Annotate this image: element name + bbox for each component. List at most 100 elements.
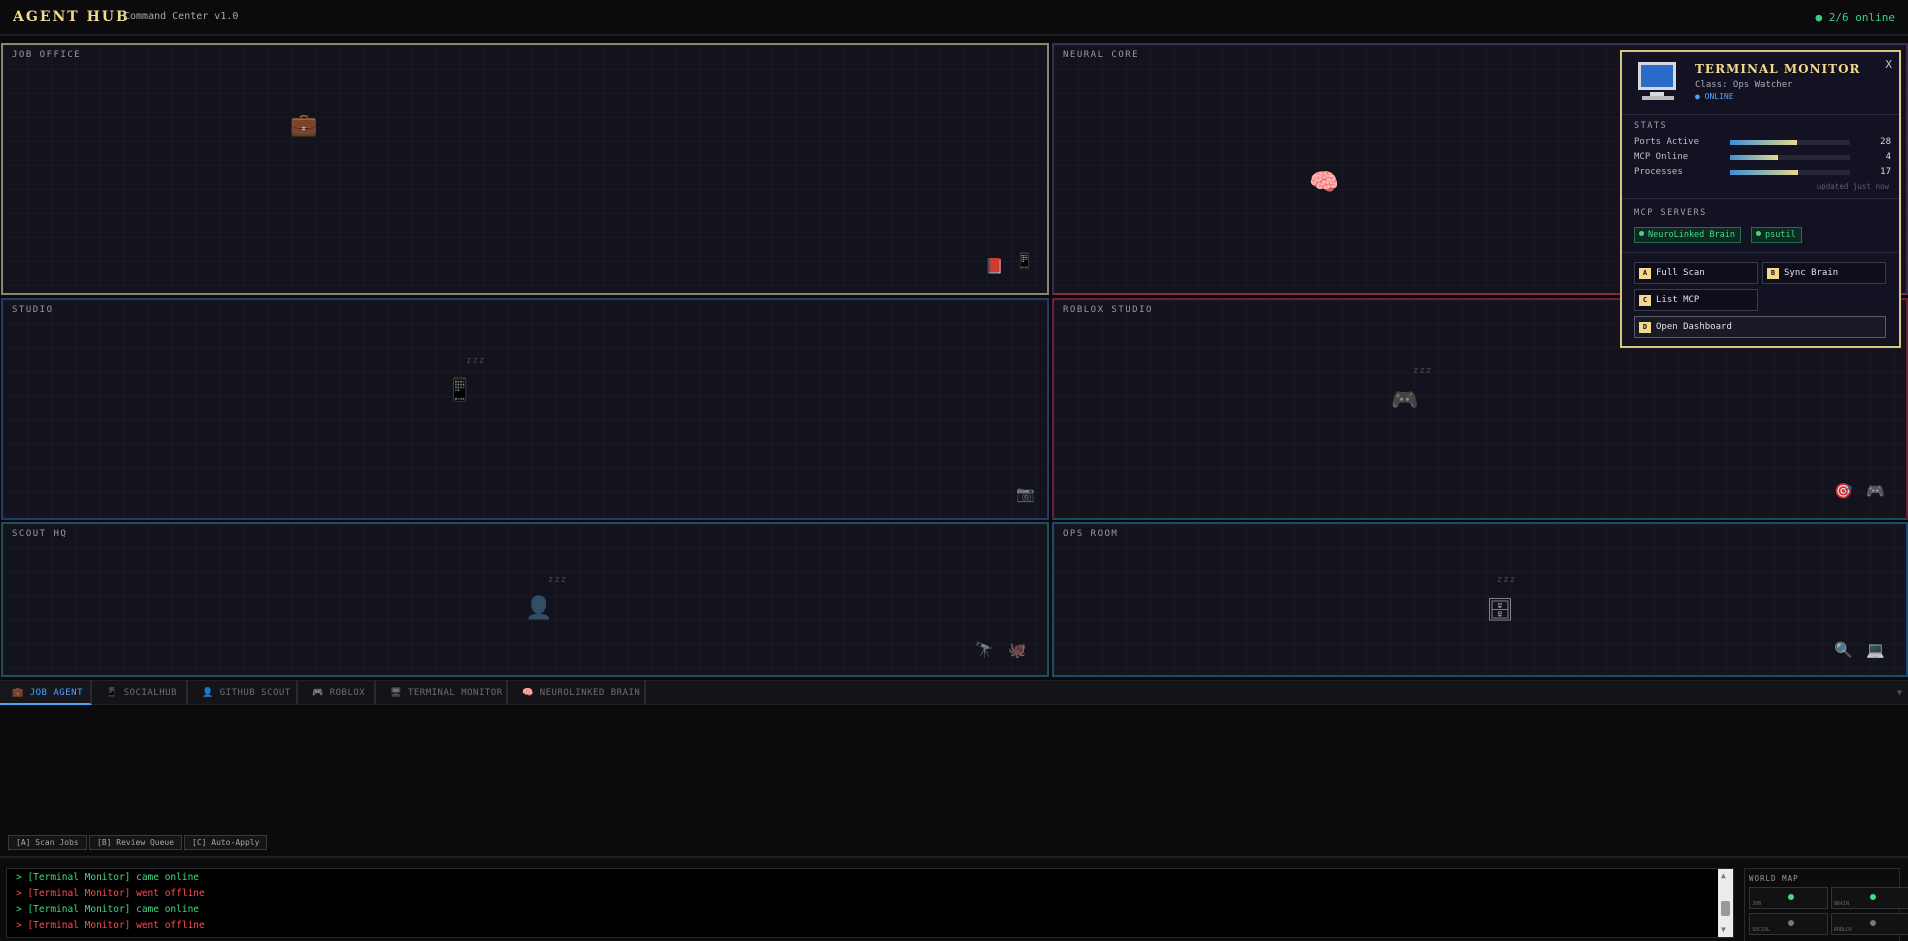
status-dot (1639, 231, 1644, 236)
log-scrollbar[interactable]: ▲ ▼ (1718, 869, 1733, 937)
briefcase-icon[interactable]: 💼 (290, 115, 317, 137)
room-job-office[interactable]: JOB OFFICE 💼 📕 📱 (1, 43, 1049, 295)
room-label: JOB OFFICE (12, 50, 82, 60)
button-label: Sync Brain (1784, 268, 1839, 278)
stat-value: 4 (1885, 152, 1891, 162)
tab-job-agent[interactable]: 💼 JOB AGENT (0, 681, 92, 705)
button-label: Full Scan (1656, 268, 1705, 278)
log-line: > [Terminal Monitor] came online (16, 904, 200, 915)
server-icon[interactable]: 🗄 (1486, 600, 1514, 622)
room-label: STUDIO (12, 305, 54, 315)
room-studio[interactable]: STUDIO zzz 📱 📷 (1, 298, 1049, 520)
gamepad-icon: 🎮 (312, 688, 324, 698)
status-dot (1788, 920, 1794, 926)
world-map-cell-social[interactable]: SOCIAL (1749, 913, 1828, 935)
world-map[interactable]: WORLD MAP JOB BRAIN SOCIAL ROBLOX (1744, 868, 1908, 941)
open-dashboard-button[interactable]: D Open Dashboard (1634, 316, 1886, 338)
world-map-cell-job[interactable]: JOB (1749, 887, 1828, 909)
brain-icon[interactable]: 🧠 (1309, 170, 1339, 194)
sync-brain-button[interactable]: B Sync Brain (1762, 262, 1886, 284)
close-button[interactable]: X (1885, 58, 1892, 71)
list-mcp-button[interactable]: C List MCP (1634, 289, 1758, 311)
status-badge: ● ONLINE (1695, 92, 1734, 101)
world-map-title: WORLD MAP (1749, 874, 1799, 883)
tab-neurolinked-brain[interactable]: 🧠 NEUROLINKED BRAIN (510, 681, 646, 705)
room-ops-room[interactable]: OPS ROOM zzz 🗄 🔍 💻 (1052, 522, 1908, 677)
status-dot (1788, 894, 1794, 900)
tab-label: GITHUB SCOUT (219, 688, 291, 698)
agent-class: Class: Ops Watcher (1695, 80, 1793, 90)
review-queue-button[interactable]: [B] Review Queue (89, 835, 183, 850)
updated-timestamp: updated just now (1816, 182, 1889, 191)
world-map-cell-brain[interactable]: BRAIN (1831, 887, 1908, 909)
phone-icon: 📱 (106, 688, 118, 698)
status-dot (1870, 920, 1876, 926)
stat-label: Processes (1634, 167, 1683, 177)
log-line: > [Terminal Monitor] came online (16, 872, 200, 883)
stat-row-processes: Processes 17 (1634, 167, 1891, 179)
target-icon: 🎯 (1834, 482, 1853, 500)
log-line: > [Terminal Monitor] went offline (16, 920, 205, 931)
stat-bar-fill (1730, 140, 1798, 145)
phone-icon: 📱 (1015, 252, 1034, 270)
chip-label: psutil (1765, 230, 1796, 240)
sleep-indicator: zzz (1413, 366, 1433, 376)
divider (1622, 198, 1899, 199)
chevron-down-icon[interactable]: ▼ (1897, 688, 1902, 697)
app-title: AGENT HUB (13, 9, 130, 25)
event-log[interactable]: > [Terminal Monitor] came online > [Term… (6, 868, 1734, 938)
scroll-thumb[interactable] (1721, 901, 1730, 916)
sleep-indicator: zzz (466, 356, 486, 366)
tab-github-scout[interactable]: 👤 GITHUB SCOUT (190, 681, 298, 705)
full-scan-button[interactable]: A Full Scan (1634, 262, 1758, 284)
keyboard-icon (1642, 96, 1674, 100)
person-laptop-icon[interactable]: 👤 (525, 598, 552, 620)
sleep-indicator: zzz (548, 575, 568, 585)
popup-header: TERMINAL MONITOR Class: Ops Watcher ● ON… (1622, 52, 1899, 115)
button-label: Open Dashboard (1656, 322, 1732, 332)
chip-label: NeuroLinked Brain (1648, 230, 1735, 240)
tab-label: ROBLOX (329, 688, 366, 698)
stat-label: MCP Online (1634, 152, 1689, 162)
status-dot (1756, 231, 1761, 236)
scroll-up-icon[interactable]: ▲ (1721, 871, 1726, 880)
world-map-cell-roblox[interactable]: ROBLOX (1831, 913, 1908, 935)
log-line: > [Terminal Monitor] went offline (16, 888, 205, 899)
stat-value: 17 (1880, 167, 1891, 177)
sleep-indicator: zzz (1497, 575, 1517, 585)
auto-apply-button[interactable]: [C] Auto-Apply (184, 835, 268, 850)
octocat-icon: 🐙 (1008, 641, 1027, 659)
magnifier-icon: 🔍 (1834, 641, 1853, 659)
gamepad-icon[interactable]: 🎮 (1391, 390, 1418, 412)
agent-panel: [A] Scan Jobs [B] Review Queue [C] Auto-… (0, 705, 1908, 857)
controller-icon: 🎮 (1866, 482, 1885, 500)
hotkey-badge: C (1639, 295, 1651, 306)
cell-label: BRAIN (1834, 901, 1850, 907)
stat-bar-fill (1730, 170, 1799, 175)
tab-label: SOCIALHUB (123, 688, 177, 698)
tab-socialhub[interactable]: 📱 SOCIALHUB (94, 681, 188, 705)
divider (1622, 252, 1899, 253)
stat-bar (1730, 155, 1850, 160)
button-label: List MCP (1656, 295, 1700, 305)
tab-roblox[interactable]: 🎮 ROBLOX (300, 681, 376, 705)
scroll-down-icon[interactable]: ▼ (1721, 925, 1726, 934)
phone-keypad-icon[interactable]: 📱 (446, 380, 473, 402)
room-label: SCOUT HQ (12, 529, 68, 539)
stats-title: STATS (1634, 121, 1668, 131)
laptop-icon: 💻 (1866, 641, 1885, 659)
stat-label: Ports Active (1634, 137, 1700, 147)
room-label: OPS ROOM (1063, 529, 1119, 539)
telescope-icon: 🔭 (975, 641, 994, 659)
stat-bar-fill (1730, 155, 1778, 160)
tab-terminal-monitor[interactable]: 🖥 TERMINAL MONITOR (378, 681, 508, 705)
tab-label: TERMINAL MONITOR (407, 688, 503, 698)
room-scout-hq[interactable]: SCOUT HQ zzz 👤 🔭 🐙 (1, 522, 1049, 677)
mcp-server-chip[interactable]: NeuroLinked Brain (1634, 227, 1741, 243)
stat-bar (1730, 170, 1850, 175)
camera-icon: 📷 (1016, 485, 1035, 503)
agent-detail-popup: TERMINAL MONITOR Class: Ops Watcher ● ON… (1620, 50, 1901, 348)
scan-jobs-button[interactable]: [A] Scan Jobs (8, 835, 87, 850)
app-subtitle: Command Center v1.0 (124, 11, 239, 22)
mcp-server-chip[interactable]: psutil (1751, 227, 1802, 243)
